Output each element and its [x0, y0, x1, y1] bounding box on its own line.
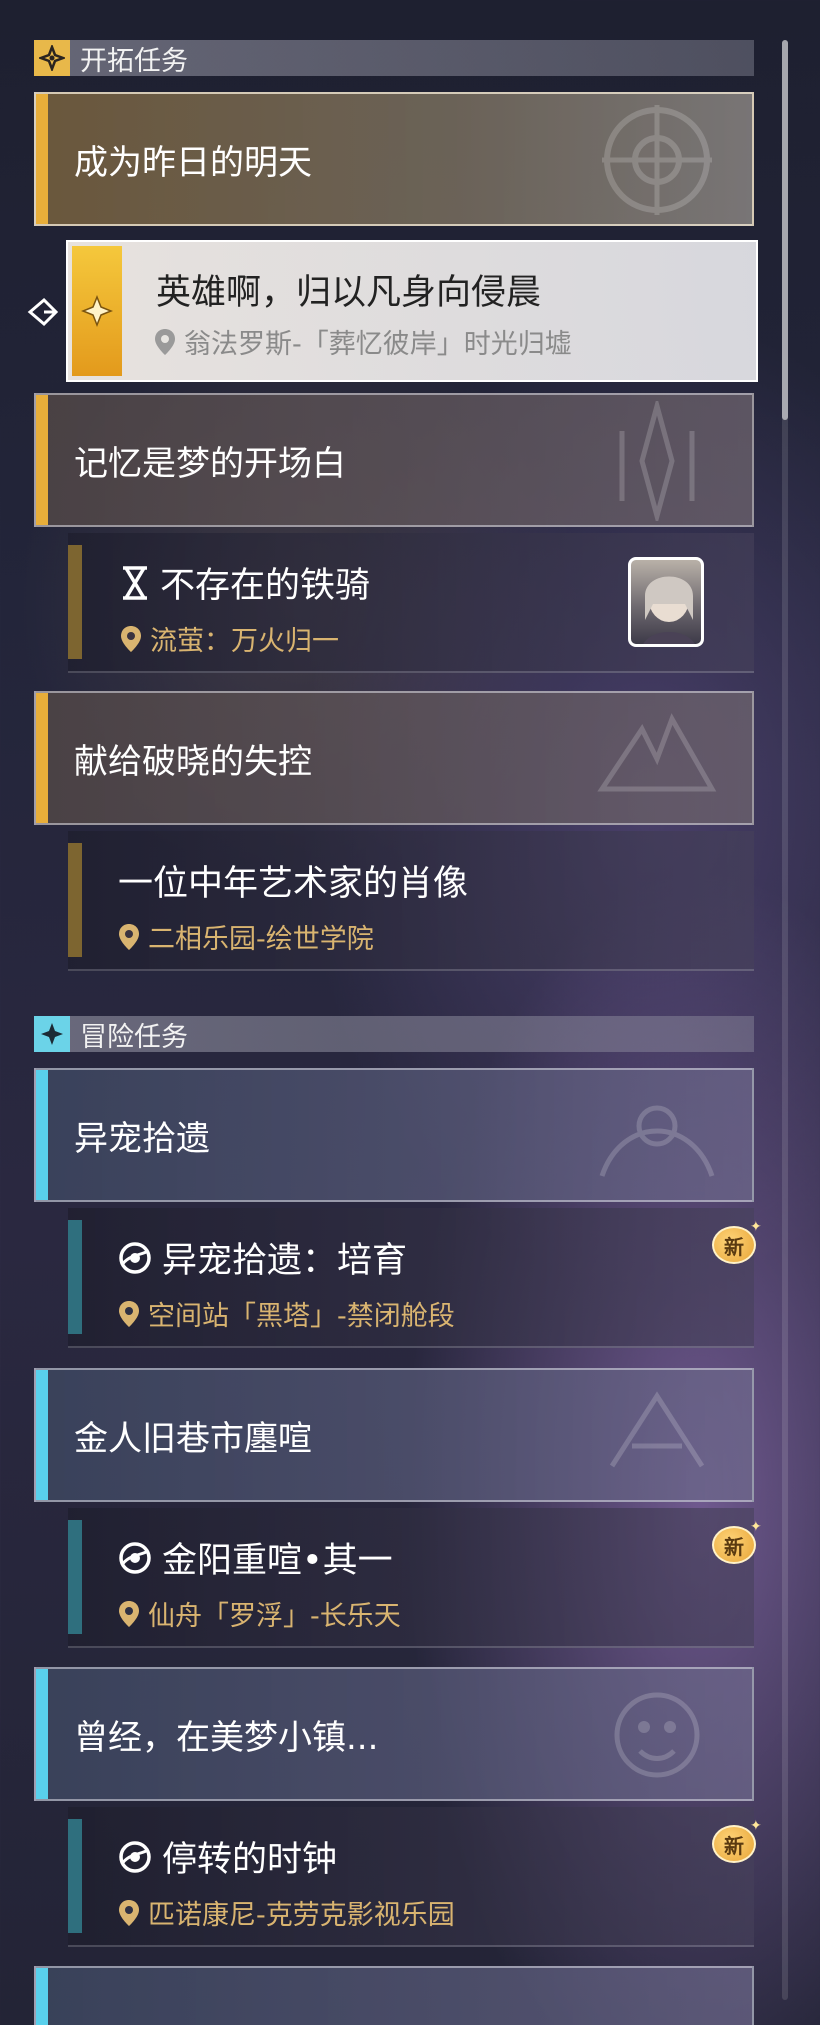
- group-emblem-icon: [602, 105, 712, 215]
- sparkle-icon: ✦: [750, 1519, 762, 1535]
- mission-group[interactable]: 成为昨日的明天: [34, 92, 754, 226]
- quest-accent-bar: [68, 1819, 82, 1933]
- sparkle-icon: ✦: [750, 1219, 762, 1235]
- mission-group[interactable]: [34, 1966, 754, 2025]
- quest-title: 停转的时钟: [118, 1831, 337, 1882]
- group-title: 异宠拾遗: [74, 1118, 210, 1159]
- section-header-trailblaze: 开拓任务: [34, 40, 754, 77]
- mission-group[interactable]: 记忆是梦的开场白: [34, 393, 754, 527]
- character-avatar: [628, 557, 704, 647]
- quest-location: 匹诺康尼-克劳克影视乐园: [118, 1893, 455, 1932]
- group-title: 曾经，在美梦小镇...: [74, 1717, 379, 1758]
- location-pin-icon: [155, 328, 175, 355]
- trailblaze-mission-icon: [34, 40, 70, 76]
- quest-title: 英雄啊，归以凡身向侵晨: [156, 273, 542, 313]
- quest-location: 流萤：万火归一: [120, 619, 339, 658]
- adventure-quest-icon: [119, 1840, 151, 1873]
- quest-item[interactable]: 异宠拾遗：培育 空间站「黑塔」-禁闭舱段 新 ✦: [68, 1208, 762, 1348]
- quest-item[interactable]: 一位中年艺术家的肖像 二相乐园-绘世学院: [68, 831, 754, 971]
- group-title: 成为昨日的明天: [74, 142, 312, 183]
- selection-pointer-icon: [27, 297, 59, 327]
- location-pin-icon: [119, 923, 139, 950]
- quest-accent-bar: [68, 1520, 82, 1634]
- group-emblem-icon: [619, 401, 695, 521]
- group-emblem-icon: [614, 1692, 700, 1778]
- quest-title: 金阳重喧•其一: [118, 1532, 393, 1583]
- quest-item-selected[interactable]: 英雄啊，归以凡身向侵晨 翁法罗斯-「葬忆彼岸」时光归墟: [66, 240, 758, 382]
- location-pin-icon: [119, 1600, 139, 1627]
- quest-item[interactable]: 金阳重喧•其一 仙舟「罗浮」-长乐天 新 ✦: [68, 1508, 762, 1648]
- location-pin-icon: [119, 1899, 139, 1926]
- group-emblem-icon: [599, 1105, 715, 1177]
- new-badge: 新 ✦: [708, 1819, 764, 1867]
- mission-group[interactable]: 献给破晓的失控: [34, 691, 754, 825]
- adventure-quest-icon: [119, 1541, 151, 1574]
- section-header-adventure: 冒险任务: [34, 1016, 754, 1053]
- group-title: 记忆是梦的开场白: [74, 443, 346, 484]
- quest-location: 翁法罗斯-「葬忆彼岸」时光归墟: [154, 322, 572, 361]
- section-title: 开拓任务: [80, 45, 188, 77]
- quest-item[interactable]: 停转的时钟 匹诺康尼-克劳克影视乐园 新 ✦: [68, 1807, 762, 1947]
- adventure-mission-icon: [34, 1016, 70, 1052]
- group-emblem-icon: [609, 1391, 705, 1468]
- scrollbar-thumb[interactable]: [782, 40, 788, 420]
- quest-location: 二相乐园-绘世学院: [118, 917, 374, 956]
- scrollbar[interactable]: [782, 40, 788, 2000]
- section-title: 冒险任务: [80, 1021, 188, 1053]
- mission-group[interactable]: 异宠拾遗: [34, 1068, 754, 1202]
- group-title: 献给破晓的失控: [74, 741, 312, 782]
- quest-accent-bar: [68, 843, 82, 957]
- location-pin-icon: [121, 625, 141, 652]
- quest-location: 空间站「黑塔」-禁闭舱段: [118, 1294, 455, 1333]
- quest-accent-bar: [68, 1220, 82, 1334]
- group-title: 金人旧巷市廛喧: [74, 1418, 312, 1459]
- quest-title: 异宠拾遗：培育: [118, 1232, 407, 1283]
- quest-item[interactable]: 不存在的铁骑 流萤：万火归一: [68, 533, 754, 673]
- trailblaze-quest-icon: [72, 246, 122, 376]
- quest-title: 一位中年艺术家的肖像: [118, 864, 469, 904]
- new-badge: 新 ✦: [708, 1520, 764, 1568]
- quest-title: 不存在的铁骑: [120, 557, 370, 608]
- quest-location: 仙舟「罗浮」-长乐天: [118, 1594, 401, 1633]
- adventure-quest-icon: [119, 1241, 151, 1274]
- sparkle-icon: ✦: [750, 1818, 762, 1834]
- new-badge: 新 ✦: [708, 1220, 764, 1268]
- quest-accent-bar: [68, 545, 82, 659]
- group-emblem-icon: [597, 713, 717, 792]
- location-pin-icon: [119, 1300, 139, 1327]
- mission-group[interactable]: 曾经，在美梦小镇...: [34, 1667, 754, 1801]
- hourglass-icon: [123, 565, 147, 600]
- mission-group[interactable]: 金人旧巷市廛喧: [34, 1368, 754, 1502]
